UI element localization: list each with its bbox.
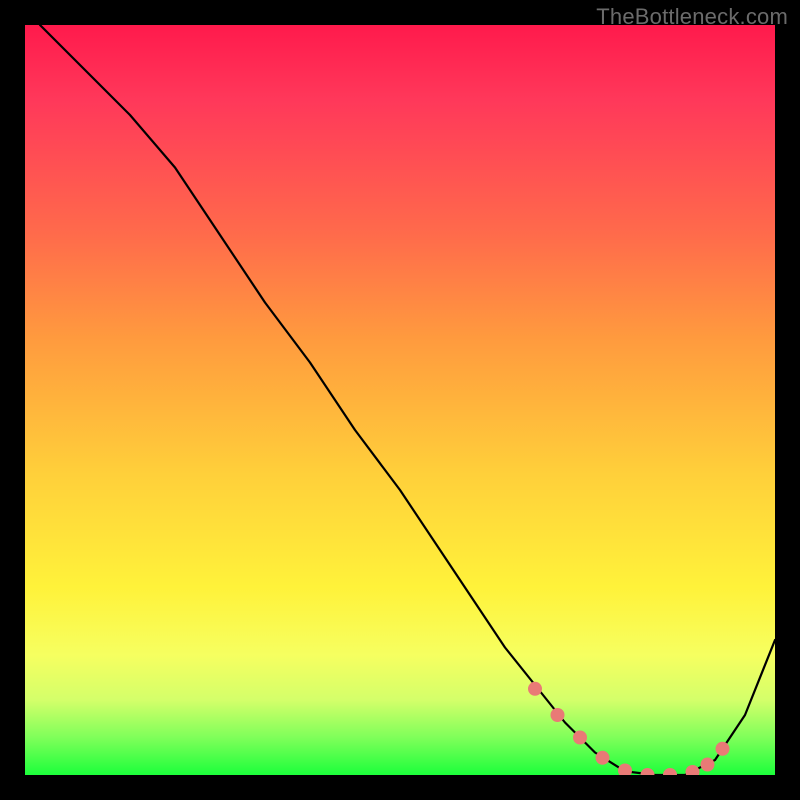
highlight-dot <box>716 742 730 756</box>
chart-svg <box>25 25 775 775</box>
curve-line <box>40 25 775 775</box>
highlight-dot <box>528 682 542 696</box>
highlight-dot <box>641 768 655 775</box>
highlight-dot <box>701 758 715 772</box>
watermark-text: TheBottleneck.com <box>596 4 788 30</box>
plot-area <box>25 25 775 775</box>
highlight-dot <box>663 768 677 775</box>
highlight-dot <box>686 765 700 775</box>
highlight-dot <box>573 731 587 745</box>
highlight-dot <box>596 751 610 765</box>
highlight-dot <box>551 708 565 722</box>
highlight-dots <box>528 682 730 775</box>
highlight-dot <box>618 764 632 776</box>
chart-stage: TheBottleneck.com <box>0 0 800 800</box>
